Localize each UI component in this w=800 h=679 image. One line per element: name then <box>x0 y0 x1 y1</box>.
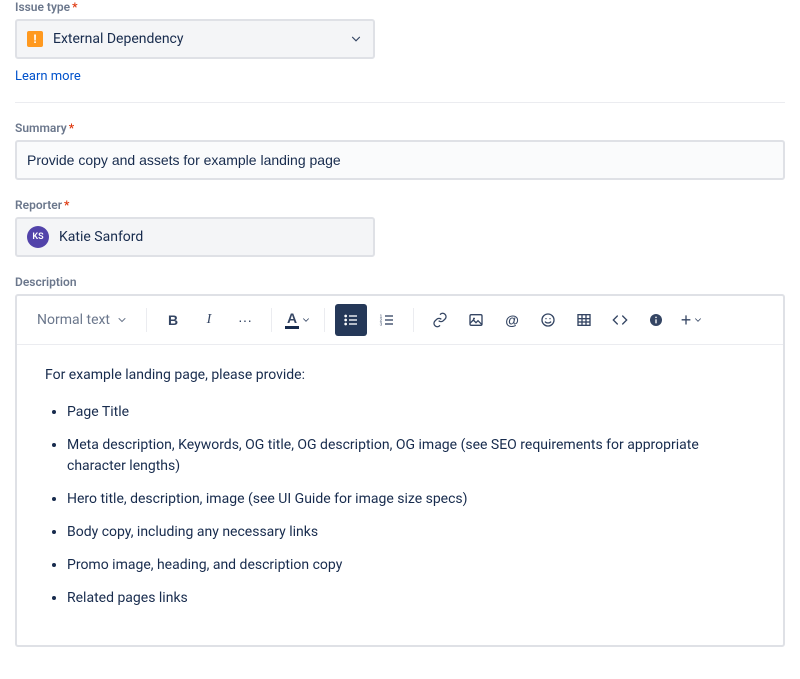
emoji-button[interactable] <box>532 304 564 336</box>
list-item: Related pages links <box>67 588 755 609</box>
description-content[interactable]: For example landing page, please provide… <box>17 345 783 645</box>
toolbar-separator <box>413 308 414 332</box>
issue-type-value: External Dependency <box>53 31 184 47</box>
editor-toolbar: Normal text B I ··· A 123 <box>17 296 783 345</box>
text-color-button[interactable]: A <box>282 304 314 336</box>
italic-button[interactable]: I <box>193 304 225 336</box>
description-intro: For example landing page, please provide… <box>45 365 755 386</box>
chevron-down-icon <box>349 32 363 46</box>
table-button[interactable] <box>568 304 600 336</box>
insert-more-button[interactable]: + <box>676 304 708 336</box>
numbered-list-button[interactable]: 123 <box>371 304 403 336</box>
summary-input[interactable] <box>15 140 785 180</box>
required-indicator: * <box>64 198 69 212</box>
description-label: Description <box>15 275 785 289</box>
list-item: Meta description, Keywords, OG title, OG… <box>67 435 755 477</box>
external-dependency-icon: ! <box>27 31 43 47</box>
toolbar-separator <box>271 308 272 332</box>
code-button[interactable] <box>604 304 636 336</box>
issue-type-field: Issue type* ! External Dependency Learn … <box>15 0 785 84</box>
avatar: KS <box>27 226 49 248</box>
reporter-label-text: Reporter <box>15 198 62 212</box>
reporter-field: Reporter* KS Katie Sanford <box>15 198 785 257</box>
reporter-label: Reporter* <box>15 198 785 212</box>
reporter-select[interactable]: KS Katie Sanford <box>15 217 375 257</box>
text-style-dropdown[interactable]: Normal text <box>29 304 136 336</box>
svg-text:3: 3 <box>380 321 383 326</box>
issue-type-select[interactable]: ! External Dependency <box>15 19 375 59</box>
issue-type-label-text: Issue type <box>15 0 70 14</box>
more-formatting-button[interactable]: ··· <box>229 304 261 336</box>
bold-button[interactable]: B <box>157 304 189 336</box>
list-item: Promo image, heading, and description co… <box>67 555 755 576</box>
issue-type-select-content: ! External Dependency <box>27 31 184 47</box>
description-field: Description Normal text B I ··· A 123 <box>15 275 785 647</box>
list-item: Hero title, description, image (see UI G… <box>67 489 755 510</box>
description-editor: Normal text B I ··· A 123 <box>15 294 785 647</box>
text-style-label: Normal text <box>37 312 110 328</box>
info-button[interactable] <box>640 304 672 336</box>
reporter-name: Katie Sanford <box>59 229 143 245</box>
mention-button[interactable]: @ <box>496 304 528 336</box>
description-list: Page Title Meta description, Keywords, OG… <box>45 402 755 609</box>
required-indicator: * <box>72 0 77 14</box>
required-indicator: * <box>69 121 74 135</box>
list-item: Body copy, including any necessary links <box>67 522 755 543</box>
toolbar-separator <box>146 308 147 332</box>
summary-label-text: Summary <box>15 121 67 135</box>
summary-field: Summary* <box>15 121 785 180</box>
learn-more-link[interactable]: Learn more <box>15 69 81 84</box>
toolbar-separator <box>324 308 325 332</box>
section-divider <box>15 102 785 103</box>
link-button[interactable] <box>424 304 456 336</box>
summary-label: Summary* <box>15 121 785 135</box>
issue-type-label: Issue type* <box>15 0 785 14</box>
bullet-list-button[interactable] <box>335 304 367 336</box>
list-item: Page Title <box>67 402 755 423</box>
image-button[interactable] <box>460 304 492 336</box>
